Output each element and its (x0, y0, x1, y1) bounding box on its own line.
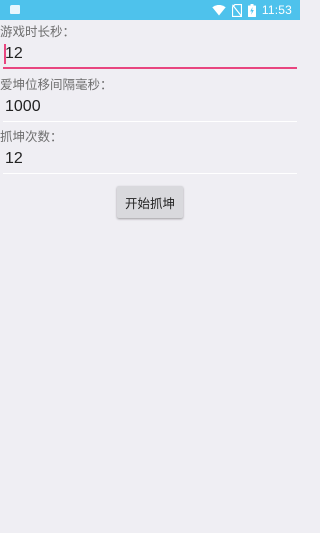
clock: 11:53 (261, 3, 292, 17)
game-duration-input[interactable]: 12 (3, 41, 297, 69)
status-icons: 11:53 (212, 0, 292, 20)
move-interval-label: 爱坤位移间隔毫秒： (0, 77, 113, 92)
no-sim-icon (231, 3, 242, 17)
start-catch-button[interactable]: 开始抓坤 (117, 186, 183, 218)
catch-count-label: 抓坤次数： (0, 129, 63, 144)
input-underline (3, 173, 297, 174)
move-interval-input[interactable]: 1000 (3, 94, 297, 122)
catch-count-value: 12 (5, 150, 23, 167)
move-interval-value: 1000 (5, 98, 41, 115)
game-duration-label: 游戏时长秒： (0, 24, 76, 39)
wifi-icon (212, 4, 226, 16)
status-bar: 11:53 (0, 0, 300, 20)
catch-count-input[interactable]: 12 (3, 146, 297, 174)
game-duration-value: 12 (5, 45, 23, 62)
input-underline (3, 121, 297, 122)
input-underline (3, 67, 297, 69)
app-notification-icon (10, 5, 20, 14)
battery-icon (247, 3, 256, 17)
